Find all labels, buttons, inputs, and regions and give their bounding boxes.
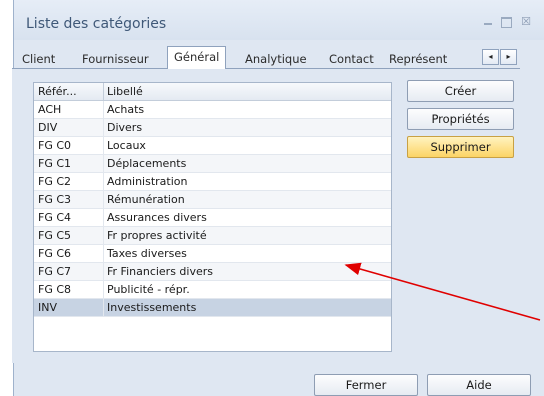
red-arrow-annotation [344, 262, 541, 321]
tab-general[interactable]: Général [167, 46, 227, 69]
